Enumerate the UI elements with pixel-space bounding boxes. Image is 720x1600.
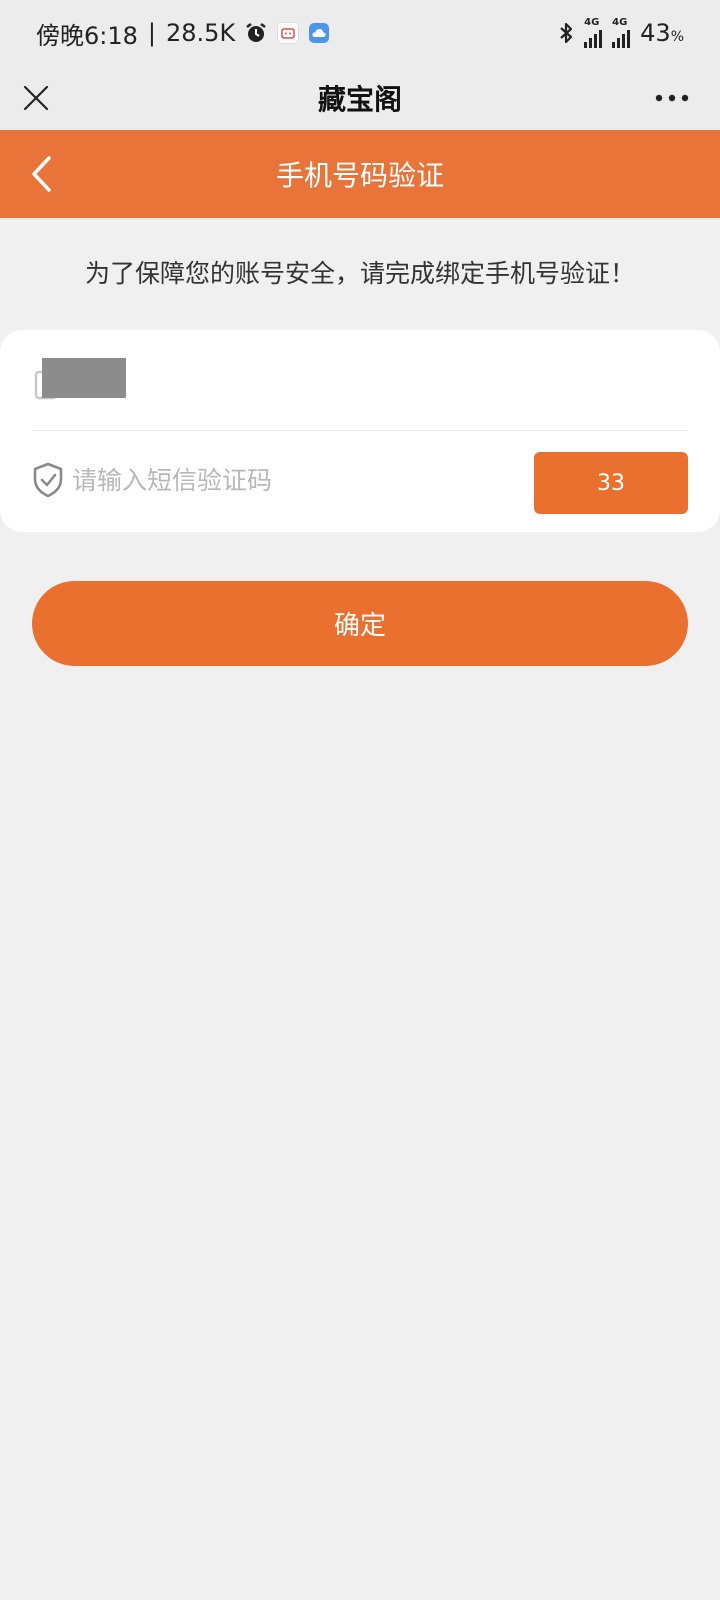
close-button[interactable] bbox=[16, 78, 56, 118]
sms-code-input[interactable] bbox=[72, 458, 492, 502]
more-icon bbox=[655, 94, 689, 102]
app-header: 藏宝阁 bbox=[0, 66, 720, 130]
app-badge-icon bbox=[277, 22, 300, 44]
alarm-icon bbox=[245, 22, 267, 44]
sms-code-row: 33 bbox=[32, 430, 688, 532]
battery-level: 43% bbox=[640, 19, 684, 47]
battery-percent: 43 bbox=[640, 19, 671, 47]
bluetooth-icon bbox=[558, 22, 574, 44]
confirm-button[interactable]: 确定 bbox=[32, 581, 688, 666]
status-time: 傍晚6:18 bbox=[36, 21, 138, 50]
signal-icon: 4G bbox=[612, 18, 631, 48]
page-title: 手机号码验证 bbox=[275, 159, 444, 192]
close-icon bbox=[23, 85, 49, 111]
countdown-button[interactable]: 33 bbox=[534, 452, 688, 514]
app-title: 藏宝阁 bbox=[317, 83, 402, 116]
battery-unit: % bbox=[670, 29, 684, 45]
cloud-icon bbox=[309, 23, 330, 43]
signal-icon: 4G bbox=[584, 18, 603, 48]
page-header: 手机号码验证 bbox=[0, 130, 720, 218]
status-separator: | bbox=[147, 19, 156, 47]
phone-row bbox=[32, 330, 688, 431]
status-speed: 28.5K bbox=[166, 19, 236, 47]
back-button[interactable] bbox=[18, 150, 66, 198]
status-bar: 傍晚6:18 | 28.5K 4G 4G 43% bbox=[0, 0, 720, 66]
security-notice: 为了保障您的账号安全，请完成绑定手机号验证！ bbox=[84, 259, 635, 288]
more-button[interactable] bbox=[648, 78, 696, 118]
status-right: 4G 4G 43% bbox=[558, 18, 684, 48]
shield-check-icon bbox=[33, 462, 63, 498]
verification-form: 33 bbox=[0, 330, 720, 532]
phone-number-value bbox=[42, 358, 126, 398]
chevron-left-icon bbox=[32, 156, 51, 192]
status-left: 傍晚6:18 | 28.5K bbox=[36, 16, 330, 51]
